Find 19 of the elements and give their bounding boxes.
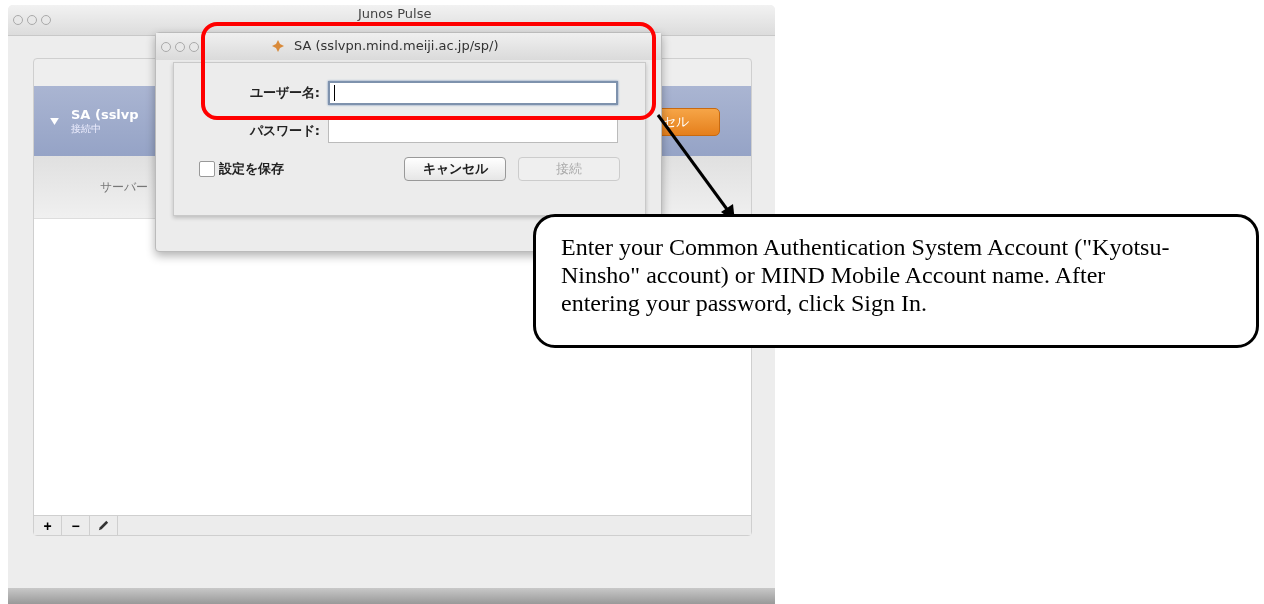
disclosure-triangle-icon[interactable] <box>50 117 59 125</box>
window-control-icon[interactable] <box>161 41 171 52</box>
checkbox[interactable] <box>199 161 215 177</box>
app-logo-icon <box>271 39 285 53</box>
input-field[interactable] <box>328 81 618 105</box>
window-control-icon[interactable] <box>175 41 185 52</box>
input-field[interactable] <box>328 119 618 143</box>
connection-status: 接続中 <box>71 122 102 136</box>
server-label: サーバー <box>100 178 148 196</box>
dialog-button[interactable]: キャンセル <box>404 157 506 181</box>
callout-text: Enter your Common Authentication System Account ("Kyotsu-Ninsho" account) or MIND Mobile Account name. After entering your password, click Sign In. <box>561 233 1171 317</box>
field-label: パスワード: <box>248 122 321 140</box>
checkbox-label: 設定を保存 <box>219 160 284 178</box>
pencil-icon <box>97 519 110 532</box>
window-title: Junos Pulse <box>358 6 432 21</box>
dialog-title: SA (sslvpn.mind.meiji.ac.jp/sp/) <box>294 38 499 53</box>
field-label: ユーザー名: <box>248 84 321 102</box>
window-control-icon[interactable] <box>189 41 199 52</box>
connection-name: SA (sslvp <box>71 106 139 122</box>
